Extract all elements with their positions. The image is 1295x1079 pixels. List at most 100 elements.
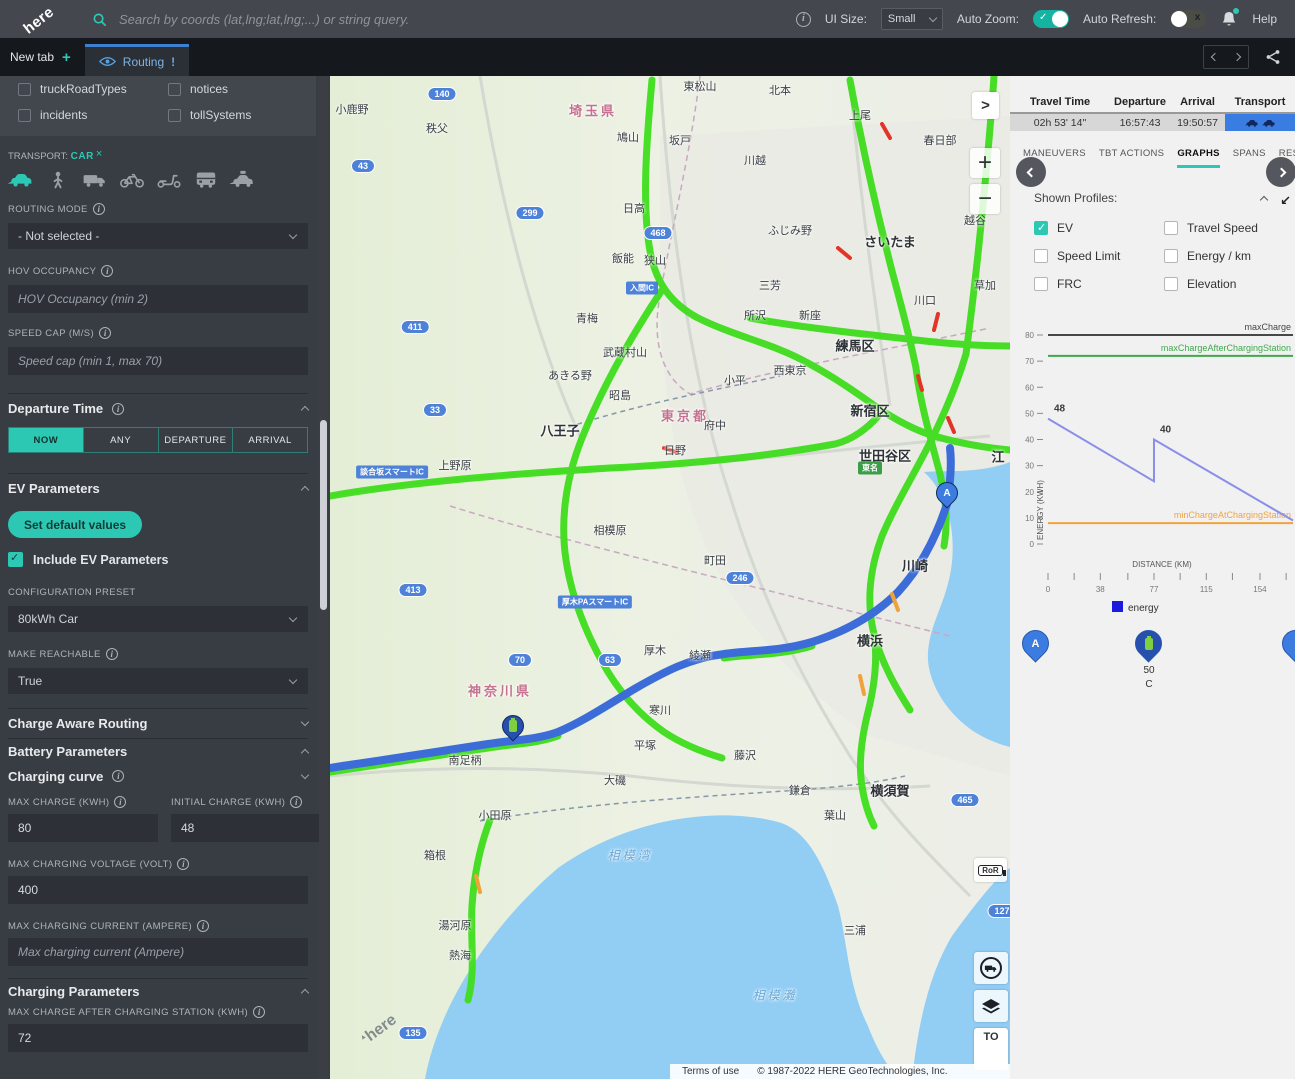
filter-checkbox-truckRoadTypes[interactable]: truckRoadTypes: [18, 82, 168, 96]
tab-tbt-actions[interactable]: TBT ACTIONS: [1099, 148, 1164, 168]
zoom-in-button[interactable]: +: [970, 148, 1000, 178]
expand-section-icon[interactable]: [301, 770, 309, 778]
notifications-bell-icon[interactable]: [1220, 10, 1238, 28]
here-logo[interactable]: here: [16, 0, 62, 38]
info-icon[interactable]: [177, 858, 189, 870]
new-tab-button[interactable]: New tab+: [10, 49, 71, 66]
truck-mode-icon[interactable]: [82, 170, 108, 189]
share-icon[interactable]: [1265, 49, 1281, 65]
filter-checkbox-incidents[interactable]: incidents: [18, 108, 168, 122]
zoom-out-button[interactable]: −: [970, 184, 1000, 214]
map-canvas[interactable]: 埼玉県東京都神奈川県さいたま練馬区新宿区世田谷区八王子川崎横浜横須賀江小鹿野秩父…: [330, 76, 1010, 1079]
info-icon[interactable]: [112, 770, 124, 782]
make-reachable-label: MAKE REACHABLE: [8, 649, 101, 660]
taxi-mode-icon[interactable]: [230, 170, 256, 189]
svg-text:40: 40: [1160, 425, 1172, 436]
remove-transport-icon[interactable]: ×: [96, 148, 102, 160]
prev-route-button[interactable]: [1016, 157, 1046, 187]
initial-charge-input[interactable]: [171, 814, 323, 842]
expand-graph-icon[interactable]: ↙: [1280, 193, 1291, 209]
info-icon[interactable]: [99, 327, 111, 339]
profile-checkbox-elevation[interactable]: Elevation: [1164, 277, 1294, 291]
profile-checkbox-energy-km[interactable]: Energy / km: [1164, 249, 1294, 263]
end-waypoint-pin[interactable]: [1276, 624, 1295, 662]
collapse-section-icon[interactable]: [301, 406, 309, 414]
info-icon[interactable]: [112, 403, 124, 415]
travel-time-cell: 02h 53' 14": [1010, 117, 1110, 129]
map-label: 新座: [799, 307, 821, 323]
tab-routing[interactable]: Routing !: [85, 44, 189, 76]
info-icon[interactable]: [101, 265, 113, 277]
info-icon[interactable]: [290, 796, 302, 808]
info-icon[interactable]: [106, 648, 118, 660]
battery-parameters-title: Battery Parameters: [8, 744, 127, 759]
history-back-button[interactable]: [1211, 53, 1219, 61]
start-waypoint-pin[interactable]: A: [1016, 624, 1054, 662]
hov-occupancy-input[interactable]: [8, 285, 308, 313]
routing-mode-select[interactable]: - Not selected -: [8, 223, 308, 249]
profile-label: EV: [1057, 221, 1073, 235]
tab-graphs[interactable]: GRAPHS: [1177, 148, 1219, 168]
collapse-section-icon[interactable]: [301, 989, 309, 997]
charging-station-pin[interactable]: [1129, 624, 1167, 662]
speed-cap-input[interactable]: [8, 347, 308, 375]
profile-checkbox-speed-limit[interactable]: Speed Limit: [1034, 249, 1164, 263]
filter-checkbox-notices[interactable]: notices: [168, 82, 318, 96]
range-on-route-button[interactable]: RoR: [974, 858, 1007, 882]
max-charge-after-input[interactable]: [8, 1024, 308, 1052]
filter-checkbox-tollSystems[interactable]: tollSystems: [168, 108, 318, 122]
config-preset-select[interactable]: 80kWh Car: [8, 606, 308, 632]
info-icon[interactable]: [796, 12, 811, 27]
departure-option-departure[interactable]: DEPARTURE: [159, 428, 234, 452]
road-shield: 135: [398, 1026, 427, 1040]
history-forward-button[interactable]: [1233, 53, 1241, 61]
collapse-section-icon[interactable]: [1260, 195, 1268, 203]
map-label: 横浜: [857, 631, 883, 650]
truck-restrictions-button[interactable]: [974, 952, 1008, 984]
info-icon[interactable]: [114, 796, 126, 808]
search-input[interactable]: [117, 11, 637, 28]
departure-option-now[interactable]: NOW: [9, 428, 84, 452]
sidebar-scrollbar[interactable]: [319, 76, 328, 1079]
collapse-section-icon[interactable]: [301, 486, 309, 494]
ui-size-select[interactable]: Small: [881, 8, 943, 30]
summary-header: Arrival: [1170, 96, 1225, 108]
info-icon[interactable]: [93, 203, 105, 215]
map-label: 府中: [704, 417, 726, 433]
bus-mode-icon[interactable]: [193, 170, 219, 189]
profile-checkbox-travel-speed[interactable]: Travel Speed: [1164, 221, 1294, 235]
max-charge-input[interactable]: [8, 814, 158, 842]
next-route-button[interactable]: [1266, 157, 1295, 187]
include-ev-checkbox[interactable]: [8, 552, 23, 567]
map-attribution: Terms of use © 1987-2022 HERE GeoTechnol…: [670, 1064, 1010, 1079]
panel-collapse-button[interactable]: >: [972, 92, 999, 119]
scrollbar-thumb[interactable]: [320, 420, 327, 610]
scooter-mode-icon[interactable]: [156, 170, 182, 189]
pedestrian-mode-icon[interactable]: [45, 170, 71, 189]
set-default-values-button[interactable]: Set default values: [8, 511, 142, 538]
make-reachable-select[interactable]: True: [8, 668, 308, 694]
tab-spans[interactable]: SPANS: [1233, 148, 1266, 168]
max-charging-voltage-input[interactable]: [8, 876, 308, 904]
profile-checkbox-frc[interactable]: FRC: [1034, 277, 1164, 291]
bicycle-mode-icon[interactable]: [119, 170, 145, 189]
terms-of-use-link[interactable]: Terms of use: [682, 1066, 739, 1077]
map-layers-button[interactable]: [974, 990, 1008, 1022]
auto-refresh-toggle[interactable]: x: [1170, 10, 1206, 28]
here-routing-app: here UI Size: Small Auto Zoom: ✓ Auto Re…: [0, 0, 1295, 1079]
map-label: 青梅: [576, 310, 598, 326]
route-summary-row[interactable]: 02h 53' 14" 16:57:43 19:50:57: [1010, 114, 1295, 131]
collapse-section-icon[interactable]: [301, 749, 309, 757]
departure-option-any[interactable]: ANY: [84, 428, 159, 452]
car-mode-icon[interactable]: [8, 170, 34, 189]
info-icon[interactable]: [197, 920, 209, 932]
help-link[interactable]: Help: [1252, 12, 1277, 26]
expand-section-icon[interactable]: [301, 718, 309, 726]
max-charging-current-input[interactable]: [8, 938, 308, 966]
car-icon: [1245, 118, 1259, 128]
info-icon[interactable]: [253, 1006, 265, 1018]
departure-option-arrival[interactable]: ARRIVAL: [233, 428, 307, 452]
auto-zoom-toggle[interactable]: ✓: [1033, 10, 1069, 28]
profile-checkbox-ev[interactable]: EV: [1034, 221, 1164, 235]
max-charging-voltage-label: MAX CHARGING VOLTAGE (VOLT): [8, 859, 172, 870]
